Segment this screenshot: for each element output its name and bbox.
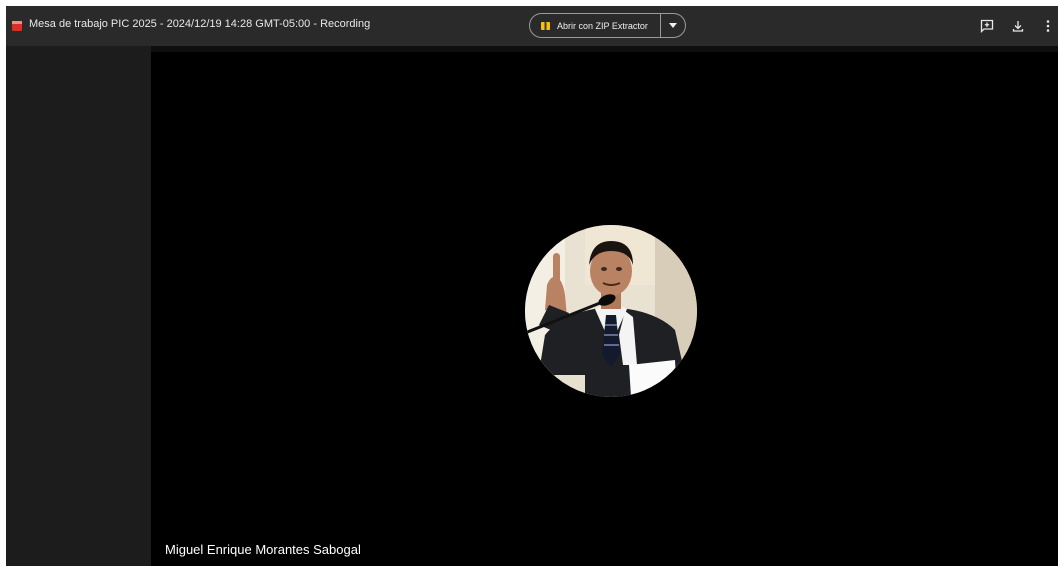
top-bar: Mesa de trabajo PIC 2025 - 2024/12/19 14… xyxy=(6,6,1058,46)
drive-video-preview: Mesa de trabajo PIC 2025 - 2024/12/19 14… xyxy=(6,6,1058,566)
open-with-label: Abrir con ZIP Extractor xyxy=(557,20,648,31)
file-icon xyxy=(12,21,22,31)
participant-name: Miguel Enrique Morantes Sabogal xyxy=(165,542,361,557)
download-icon xyxy=(1012,21,1024,32)
download-button[interactable] xyxy=(1009,17,1027,35)
participant-photo xyxy=(525,225,697,397)
open-with-zip-extractor-button[interactable]: Abrir con ZIP Extractor xyxy=(530,14,660,37)
more-options-button[interactable] xyxy=(1039,17,1057,35)
add-comment-button[interactable] xyxy=(978,17,996,35)
more-vert-icon xyxy=(1046,20,1050,32)
add-comment-icon xyxy=(980,19,994,33)
open-with-dropdown-button[interactable] xyxy=(661,14,685,37)
side-panel xyxy=(6,46,151,566)
participant-avatar xyxy=(525,225,697,397)
document-title: Mesa de trabajo PIC 2025 - 2024/12/19 14… xyxy=(29,18,371,30)
zip-extractor-icon xyxy=(541,21,550,30)
open-with-group: Abrir con ZIP Extractor xyxy=(529,13,686,38)
video-player[interactable]: Miguel Enrique Morantes Sabogal xyxy=(151,52,1058,566)
caret-down-icon xyxy=(669,23,677,28)
